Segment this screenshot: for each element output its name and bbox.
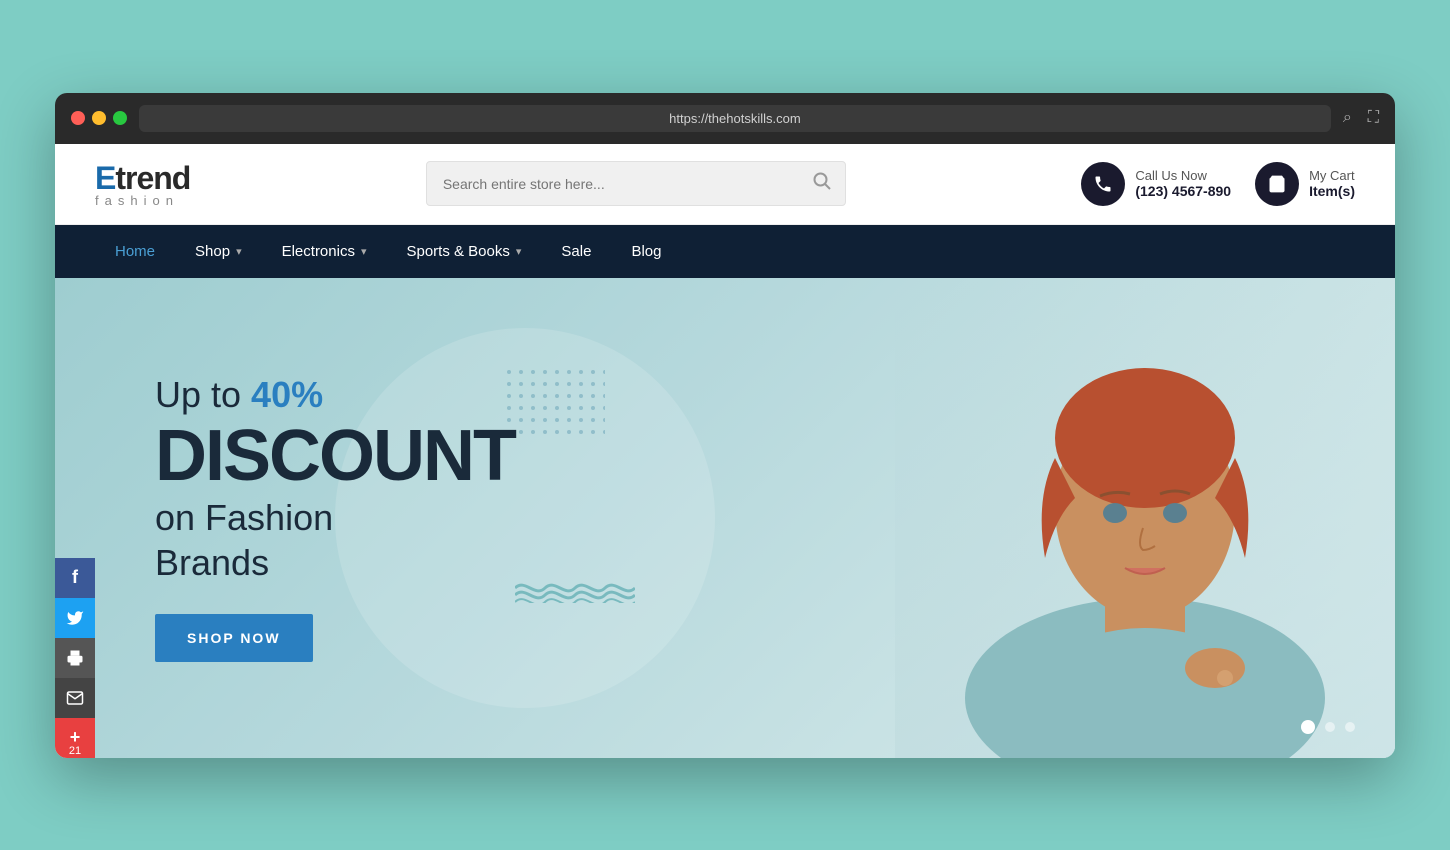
cart-items: Item(s) [1309,183,1355,199]
address-bar[interactable]: https://thehotskills.com [139,105,1331,132]
nav-label-blog: Blog [631,243,661,260]
phone-icon-circle [1081,162,1125,206]
search-bar[interactable] [426,161,846,206]
close-button[interactable] [71,111,85,125]
social-sidebar: f [55,558,95,758]
search-input[interactable] [427,162,799,205]
facebook-icon: f [72,567,78,588]
hero-line3: on Fashion [155,496,515,539]
logo[interactable]: Etrend fashion [95,160,190,208]
plus-count: 21 [69,746,81,757]
hero-section: f [55,278,1395,758]
browser-window: https://thehotskills.com ⌕ ⛶ Etrend fash… [55,93,1395,758]
phone-icon [1093,174,1113,194]
phone-action: Call Us Now (123) 4567-890 [1081,162,1231,206]
cart-text: My Cart Item(s) [1309,168,1355,199]
hero-subtitle: Up to 40% [155,373,515,416]
search-icon [813,172,831,190]
electronics-chevron-down-icon: ▾ [361,245,367,258]
social-twitter-button[interactable] [55,598,95,638]
email-icon [66,689,84,707]
browser-toolbar-icons: ⌕ ⛶ [1343,109,1379,127]
logo-tagline: fashion [95,193,179,208]
logo-trend: trend [115,160,190,196]
nav-label-sale: Sale [561,243,591,260]
maximize-button[interactable] [113,111,127,125]
nav-label-shop: Shop [195,243,230,260]
shop-chevron-down-icon: ▾ [236,245,242,258]
print-icon [66,649,84,667]
browser-fullscreen-icon[interactable]: ⛶ [1368,109,1379,127]
hero-line1-prefix: Up to [155,374,251,415]
hero-content: Up to 40% DISCOUNT on Fashion Brands SHO… [55,373,515,663]
hero-discount-text: 40% [251,374,323,415]
hero-title: DISCOUNT [155,420,515,492]
browser-dots [71,111,127,125]
social-facebook-button[interactable]: f [55,558,95,598]
minimize-button[interactable] [92,111,106,125]
plus-icon: + [70,728,81,746]
slider-dot-2[interactable] [1325,722,1335,732]
header-actions: Call Us Now (123) 4567-890 My Cart [1081,162,1355,206]
nav-item-home[interactable]: Home [95,225,175,278]
hero-model-image [895,278,1395,758]
nav-item-sale[interactable]: Sale [541,225,611,278]
logo-e: E [95,160,115,196]
social-plus-button[interactable]: + 21 [55,718,95,758]
nav-item-sports-books[interactable]: Sports & Books ▾ [386,225,541,278]
slider-dot-1[interactable] [1301,720,1315,734]
nav-label-electronics: Electronics [282,243,355,260]
nav-item-shop[interactable]: Shop ▾ [175,225,262,278]
site-content: Etrend fashion [55,144,1395,758]
phone-label: Call Us Now [1135,168,1231,183]
hero-line4: Brands [155,541,515,584]
url-text: https://thehotskills.com [669,111,801,126]
cart-action[interactable]: My Cart Item(s) [1255,162,1355,206]
nav-label-home: Home [115,243,155,260]
nav-item-electronics[interactable]: Electronics ▾ [262,225,387,278]
search-button[interactable] [799,162,845,205]
nav-label-sports-books: Sports & Books [406,243,509,260]
hero-dots-decoration [505,368,605,438]
slider-dot-3[interactable] [1345,722,1355,732]
site-header: Etrend fashion [55,144,1395,225]
phone-text: Call Us Now (123) 4567-890 [1135,168,1231,199]
slider-dots [1301,720,1355,734]
hero-cta-button[interactable]: SHOP NOW [155,614,313,662]
social-email-button[interactable] [55,678,95,718]
browser-chrome: https://thehotskills.com ⌕ ⛶ [55,93,1395,144]
phone-number: (123) 4567-890 [1135,183,1231,199]
cart-icon-circle [1255,162,1299,206]
twitter-icon [66,609,84,627]
social-print-button[interactable] [55,638,95,678]
logo-text: Etrend [95,160,190,197]
cart-icon [1267,174,1287,194]
nav-item-blog[interactable]: Blog [611,225,681,278]
sports-chevron-down-icon: ▾ [516,245,522,258]
site-nav: Home Shop ▾ Electronics ▾ Sports & Books… [55,225,1395,278]
model-svg [915,278,1375,758]
hero-wave-decoration [515,573,635,603]
cart-label: My Cart [1309,168,1355,183]
browser-search-icon[interactable]: ⌕ [1343,109,1352,127]
